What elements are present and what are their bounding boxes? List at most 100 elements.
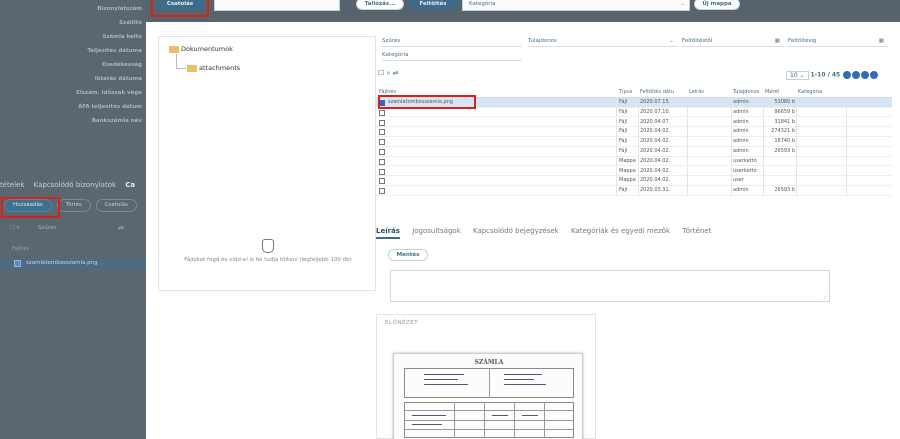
table-row[interactable]: Fájl 2020.04.02. admin 274321 b xyxy=(376,127,892,137)
col-size[interactable]: Méret xyxy=(765,88,779,98)
table-row[interactable]: Fájl 2020.04.02. admin 26593 b xyxy=(376,147,892,157)
delete-button[interactable]: Törlés xyxy=(56,199,91,212)
column-divider xyxy=(846,117,847,128)
table-row[interactable]: Mappa 2020.04.02. userketto xyxy=(376,156,892,167)
per-page-select[interactable]: 10 ⌄ xyxy=(786,70,809,80)
table-row[interactable]: Mappa 2020.04.02. user xyxy=(376,176,892,186)
left-search-input[interactable]: Szűrés xyxy=(38,225,56,231)
swap-icon[interactable]: ⇌ xyxy=(393,69,399,77)
prev-page-icon[interactable] xyxy=(852,71,861,79)
tree-node-label: attachments xyxy=(199,64,241,72)
cell-upload-date: 2020.04.02. xyxy=(640,157,671,164)
tab-permissions[interactable]: Jogosultságok xyxy=(412,227,461,235)
tree-line xyxy=(176,68,186,69)
table-row[interactable]: Fájl 2020.03.31. admin 26593 b xyxy=(376,186,892,196)
cell-type: Fájl xyxy=(619,99,628,105)
checkbox-icon[interactable] xyxy=(379,158,385,165)
file-path-input[interactable] xyxy=(214,0,340,11)
tab-attachments[interactable]: Ca xyxy=(125,181,135,189)
upload-to-field[interactable]: Feltöltésig ▦ xyxy=(788,36,888,47)
checkbox-icon[interactable] xyxy=(379,168,385,175)
checkbox-icon[interactable] xyxy=(379,129,385,136)
checkbox-checked-icon[interactable] xyxy=(14,260,21,267)
cell-type: Fájl xyxy=(619,148,628,154)
field-label: Esedékesség xyxy=(102,62,142,68)
tab-history[interactable]: Történet xyxy=(682,227,711,235)
cell-owner: user xyxy=(733,177,744,184)
new-folder-button[interactable]: Új mappa xyxy=(694,0,740,10)
table-row[interactable]: Fájl 2020.04.02. admin 16740 b xyxy=(376,137,892,147)
column-divider xyxy=(763,127,764,137)
handwriting xyxy=(504,379,534,380)
cell-type: Mappa xyxy=(619,177,636,184)
tab-items[interactable]: tételek xyxy=(0,181,24,189)
chevron-down-icon: ⌄ xyxy=(669,38,674,44)
column-divider xyxy=(796,98,797,108)
checkbox-icon[interactable] xyxy=(379,119,385,126)
column-divider xyxy=(796,176,797,186)
category-filter[interactable]: Kategória xyxy=(382,50,522,61)
first-page-icon[interactable] xyxy=(843,71,852,79)
checkbox-icon[interactable] xyxy=(379,149,385,155)
tab-description[interactable]: Leírás xyxy=(376,227,400,239)
tab-related-entries[interactable]: Kapcsolódó bejegyzések xyxy=(473,227,559,235)
search-input[interactable]: Szűrés xyxy=(382,36,522,47)
checkbox-icon[interactable]: ☐ ⌕ xyxy=(10,225,20,232)
calendar-icon[interactable]: ▦ xyxy=(879,36,884,46)
save-button[interactable]: Mentés xyxy=(388,249,428,261)
category-select[interactable]: Kategória ⌄ xyxy=(462,0,690,11)
table-row[interactable]: Mappa 2020.04.02. userketto xyxy=(376,166,892,177)
tab-related-docs[interactable]: Kapcsolódó bizonylatok xyxy=(34,181,116,189)
column-divider xyxy=(687,176,688,186)
checkbox-icon[interactable] xyxy=(379,178,385,185)
page-range: 1-10 / 45 xyxy=(810,71,841,79)
column-divider xyxy=(846,166,847,177)
next-page-icon[interactable] xyxy=(861,71,870,79)
handwriting xyxy=(492,415,508,416)
col-type[interactable]: Típus xyxy=(619,88,632,98)
cell-upload-date: 2020.04.02. xyxy=(640,177,671,184)
invoice-line xyxy=(404,410,574,411)
background-form-panel: Bizonylatszám Szállító Számla kelte Telj… xyxy=(0,0,146,439)
table-row[interactable]: Fájl 2020.04.07. admin 31841 b xyxy=(376,117,892,128)
field-label: Számla kelte xyxy=(102,34,142,40)
col-owner[interactable]: Tulajdonos xyxy=(733,88,763,98)
search-icon[interactable]: ⌕ xyxy=(387,69,391,77)
checkbox-icon[interactable] xyxy=(379,139,385,146)
drag-hand-icon xyxy=(262,239,274,253)
col-upload-date[interactable]: Feltöltés dátu xyxy=(640,88,687,98)
col-category[interactable]: Kategória xyxy=(798,88,822,98)
column-divider xyxy=(796,127,797,137)
category-select-value: Kategória xyxy=(469,1,496,7)
col-description[interactable]: Leírás xyxy=(689,88,704,98)
checkbox-icon[interactable] xyxy=(379,109,385,116)
cell-owner: userketto xyxy=(733,167,757,174)
resize-handle-icon[interactable]: ⟋ xyxy=(823,295,827,301)
checkbox-icon[interactable] xyxy=(379,188,385,195)
column-divider xyxy=(796,166,797,177)
last-page-icon[interactable] xyxy=(870,71,879,79)
cell-owner: admin xyxy=(733,138,749,145)
upload-from-field[interactable]: Feltöltéstől ▦ xyxy=(682,36,784,47)
calendar-icon[interactable]: ▦ xyxy=(775,36,780,46)
tree-node-root[interactable]: Dokumentumok xyxy=(169,45,233,53)
cell-type: Fájl xyxy=(619,118,628,125)
swap-icon[interactable]: ⇌ xyxy=(118,224,124,232)
cell-upload-date: 2020.04.02. xyxy=(640,148,671,154)
description-textarea[interactable]: ⟋ xyxy=(390,270,830,302)
column-divider xyxy=(846,137,847,147)
column-divider xyxy=(616,166,617,177)
attach-button[interactable]: Csatolás xyxy=(95,199,138,212)
upload-button[interactable]: Feltöltés xyxy=(408,0,458,10)
left-file-row[interactable]: szamlatombosszamla.png xyxy=(0,258,146,269)
invoice-line xyxy=(544,402,545,438)
select-all-checkbox[interactable]: ☐ xyxy=(378,69,384,77)
tab-categories[interactable]: Kategóriák és egyedi mezők xyxy=(571,227,670,235)
owner-select[interactable]: Tulajdonos ⌄ xyxy=(528,36,678,47)
tree-node-attachments[interactable]: attachments xyxy=(187,64,240,72)
cell-upload-date: 2020.07.15. xyxy=(640,99,671,105)
cell-type: Fájl xyxy=(619,128,628,135)
table-row[interactable]: Fájl 2020.07.10. admin 96659 b xyxy=(376,107,892,118)
column-divider xyxy=(616,176,617,186)
browse-button[interactable]: Tallózás... xyxy=(356,0,404,10)
